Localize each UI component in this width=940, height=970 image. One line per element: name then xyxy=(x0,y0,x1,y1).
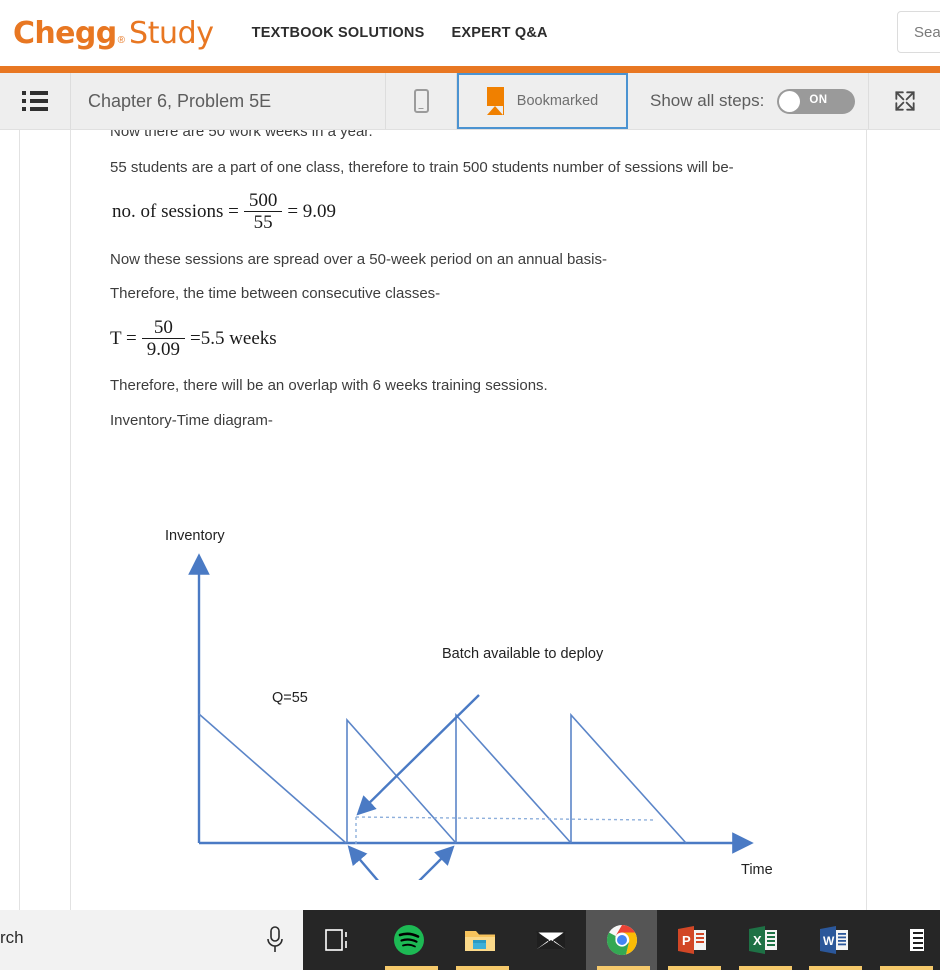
word-icon: W xyxy=(819,926,848,954)
search-box[interactable] xyxy=(897,11,940,53)
powerpoint-button[interactable]: P xyxy=(657,910,728,970)
paragraph-2: Now these sessions are spread over a 50-… xyxy=(110,251,607,268)
expand-arrows-icon xyxy=(894,91,915,111)
windows-taskbar: P X W xyxy=(303,910,940,970)
mail-button[interactable] xyxy=(515,910,586,970)
equation-time-denominator: 9.09 xyxy=(146,339,180,361)
chrome-icon xyxy=(606,925,637,956)
mobile-app-button[interactable] xyxy=(386,73,457,129)
excel-button[interactable]: X xyxy=(728,910,799,970)
equation-sessions-lhs: no. of sessions = xyxy=(112,200,239,222)
toggle-knob xyxy=(779,90,801,112)
equation-sessions-fraction: 500 55 xyxy=(243,190,283,234)
task-view-icon xyxy=(325,929,348,951)
x-axis-label: Time xyxy=(741,862,773,878)
mail-icon xyxy=(535,931,567,949)
bookmark-button[interactable]: Bookmarked xyxy=(457,73,628,129)
bookmark-icon xyxy=(486,87,504,115)
annotation-batch-available: Batch available to deploy xyxy=(442,646,604,662)
equation-time-rhs: =5.5 weeks xyxy=(189,327,277,349)
word-button[interactable]: W xyxy=(798,910,869,970)
equation-time-numerator: 50 xyxy=(153,317,173,338)
logo-registered-mark: ® xyxy=(117,34,126,46)
mobile-phone-icon xyxy=(413,89,429,113)
equation-sessions-denominator: 55 xyxy=(253,212,273,234)
microphone-icon[interactable] xyxy=(264,925,286,955)
powerpoint-icon: P xyxy=(678,926,707,954)
file-explorer-button[interactable] xyxy=(445,910,516,970)
overlap-right-edge xyxy=(418,845,455,880)
initial-depletion xyxy=(198,713,347,844)
nav-textbook-solutions[interactable]: TEXTBOOK SOLUTIONS xyxy=(252,25,425,41)
overflow-app-button[interactable] xyxy=(869,910,940,970)
toggle-state-label: ON xyxy=(809,93,828,106)
bookmark-label: Bookmarked xyxy=(516,93,599,109)
svg-text:P: P xyxy=(682,933,691,948)
primary-nav: TEXTBOOK SOLUTIONS EXPERT Q&A xyxy=(252,25,548,41)
file-explorer-icon xyxy=(464,931,495,951)
nav-expert-qa[interactable]: EXPERT Q&A xyxy=(451,25,547,41)
svg-text:X: X xyxy=(753,933,762,948)
toc-menu-button[interactable] xyxy=(0,73,71,129)
site-header: Chegg ® Study TEXTBOOK SOLUTIONS EXPERT … xyxy=(0,0,940,66)
sawtooth-cycle-1 xyxy=(346,717,457,844)
equation-time: T = 50 9.09 =5.5 weeks xyxy=(110,318,277,359)
paragraph-4: Therefore, there will be an overlap with… xyxy=(110,377,548,394)
list-icon xyxy=(22,91,48,111)
logo-chegg-text: Chegg xyxy=(13,15,117,51)
paragraph-3: Therefore, the time between consecutive … xyxy=(110,285,441,302)
screen: Chegg ® Study TEXTBOOK SOLUTIONS EXPERT … xyxy=(0,0,940,970)
spotify-icon xyxy=(394,925,425,955)
sawtooth-cycle-2 xyxy=(455,712,572,844)
task-active-underline xyxy=(384,966,438,970)
step-gutter xyxy=(20,130,71,910)
annotation-q-55: Q=55 xyxy=(272,690,308,706)
task-active-underline xyxy=(455,966,509,970)
equation-sessions-rhs: = 9.09 xyxy=(287,200,337,222)
show-all-steps-toggle[interactable]: ON xyxy=(777,88,856,114)
paragraph-5: Inventory-Time diagram- xyxy=(110,412,273,429)
svg-text:W: W xyxy=(823,934,835,948)
sawtooth-cycle-3 xyxy=(570,712,687,844)
problem-toolbar: Chapter 6, Problem 5E Bookmarked Show al… xyxy=(0,73,940,130)
problem-title: Chapter 6, Problem 5E xyxy=(71,73,386,129)
task-active-underline xyxy=(667,966,721,970)
equation-time-fraction: 50 9.09 xyxy=(141,317,185,361)
task-view-button[interactable] xyxy=(303,910,374,970)
task-active-underline xyxy=(738,966,792,970)
clipped-paragraph: Now there are 50 work weeks in a year. xyxy=(110,130,373,140)
horizontal-guide xyxy=(355,816,654,821)
solution-card: Now there are 50 work weeks in a year. 5… xyxy=(19,130,867,910)
equation-sessions: no. of sessions = 500 55 = 9.09 xyxy=(112,191,336,232)
fullscreen-button[interactable] xyxy=(869,73,940,129)
show-all-steps-label: Show all steps: xyxy=(650,91,765,110)
task-active-underline xyxy=(597,966,651,970)
partial-app-icon xyxy=(909,929,924,951)
inventory-time-chart: Inventory Time Q=55 Batch available to d… xyxy=(165,528,773,880)
search-input[interactable] xyxy=(914,23,940,41)
excel-icon: X xyxy=(749,926,778,954)
equation-time-lhs: T = xyxy=(110,327,137,349)
taskbar-search-area[interactable] xyxy=(0,910,303,970)
header-accent-rule xyxy=(0,66,940,73)
solution-content: Now there are 50 work weeks in a year. 5… xyxy=(72,130,866,910)
logo-study-text: Study xyxy=(129,15,214,51)
equation-sessions-numerator: 500 xyxy=(248,190,278,211)
chrome-button[interactable] xyxy=(586,910,657,970)
inventory-time-diagram: Inventory Time Q=55 Batch available to d… xyxy=(110,440,810,880)
spotify-button[interactable] xyxy=(374,910,445,970)
paragraph-1: 55 students are a part of one class, the… xyxy=(110,159,734,176)
task-active-underline xyxy=(809,966,863,970)
y-axis-label: Inventory xyxy=(165,528,225,544)
task-active-underline xyxy=(880,966,934,970)
chegg-study-logo[interactable]: Chegg ® Study xyxy=(13,16,214,51)
overlap-left-edge xyxy=(347,845,379,880)
show-all-steps-group: Show all steps: ON xyxy=(628,73,869,129)
taskbar-search-text: rch xyxy=(0,928,24,947)
